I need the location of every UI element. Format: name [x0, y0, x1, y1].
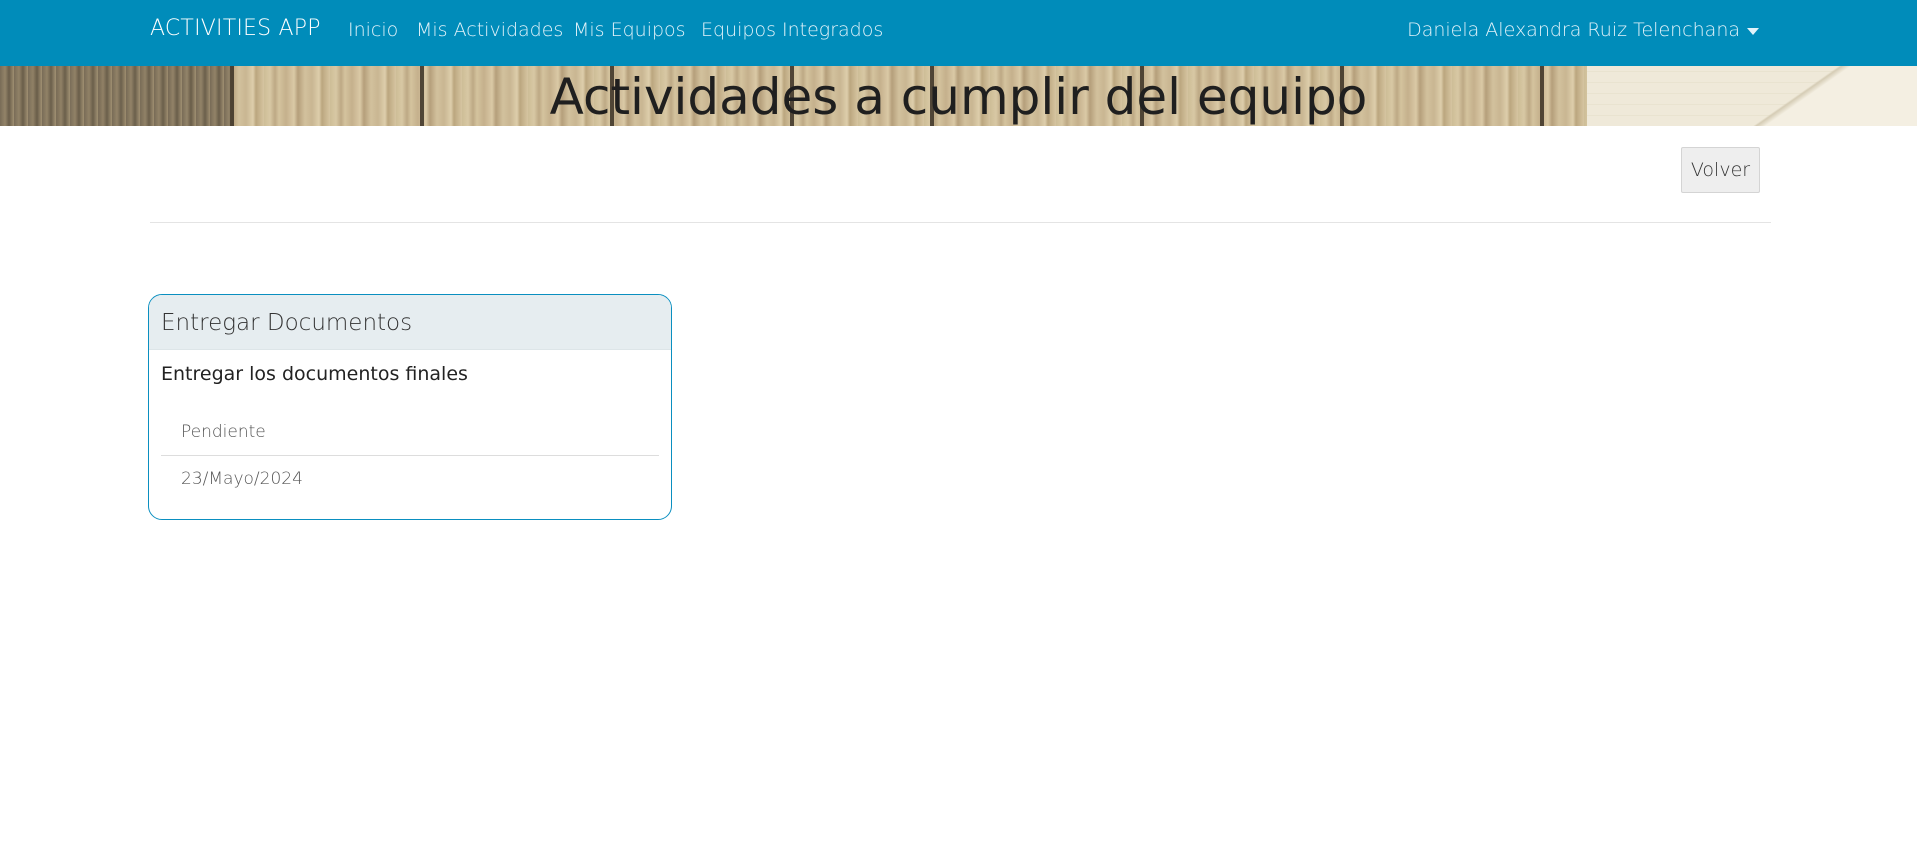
activity-due-date: 23/Mayo/2024 — [181, 469, 303, 489]
top-navbar: ACTIVITIES APP Inicio Mis Actividades Mi… — [0, 0, 1917, 66]
page-title: Actividades a cumplir del equipo — [549, 68, 1368, 126]
activity-description: Entregar los documentos finales — [161, 363, 468, 385]
page-banner: Actividades a cumplir del equipo — [0, 66, 1917, 126]
user-menu-dropdown[interactable]: Daniela Alexandra Ruiz Telenchana — [1407, 19, 1759, 41]
activity-card: Entregar Documentos Entregar los documen… — [148, 294, 672, 520]
nav-link-mis-actividades[interactable]: Mis Actividades — [416, 19, 563, 41]
user-name: Daniela Alexandra Ruiz Telenchana — [1407, 19, 1740, 41]
nav-link-mis-equipos[interactable]: Mis Equipos — [573, 19, 686, 41]
activity-status: Pendiente — [161, 409, 659, 456]
nav-link-inicio[interactable]: Inicio — [348, 19, 398, 41]
activity-title: Entregar Documentos — [149, 295, 671, 350]
back-button[interactable]: Volver — [1681, 147, 1760, 193]
nav-link-equipos-integrados[interactable]: Equipos Integrados — [701, 19, 883, 41]
caret-down-icon — [1747, 27, 1759, 35]
section-divider — [150, 222, 1771, 223]
brand-link[interactable]: ACTIVITIES APP — [150, 16, 321, 41]
